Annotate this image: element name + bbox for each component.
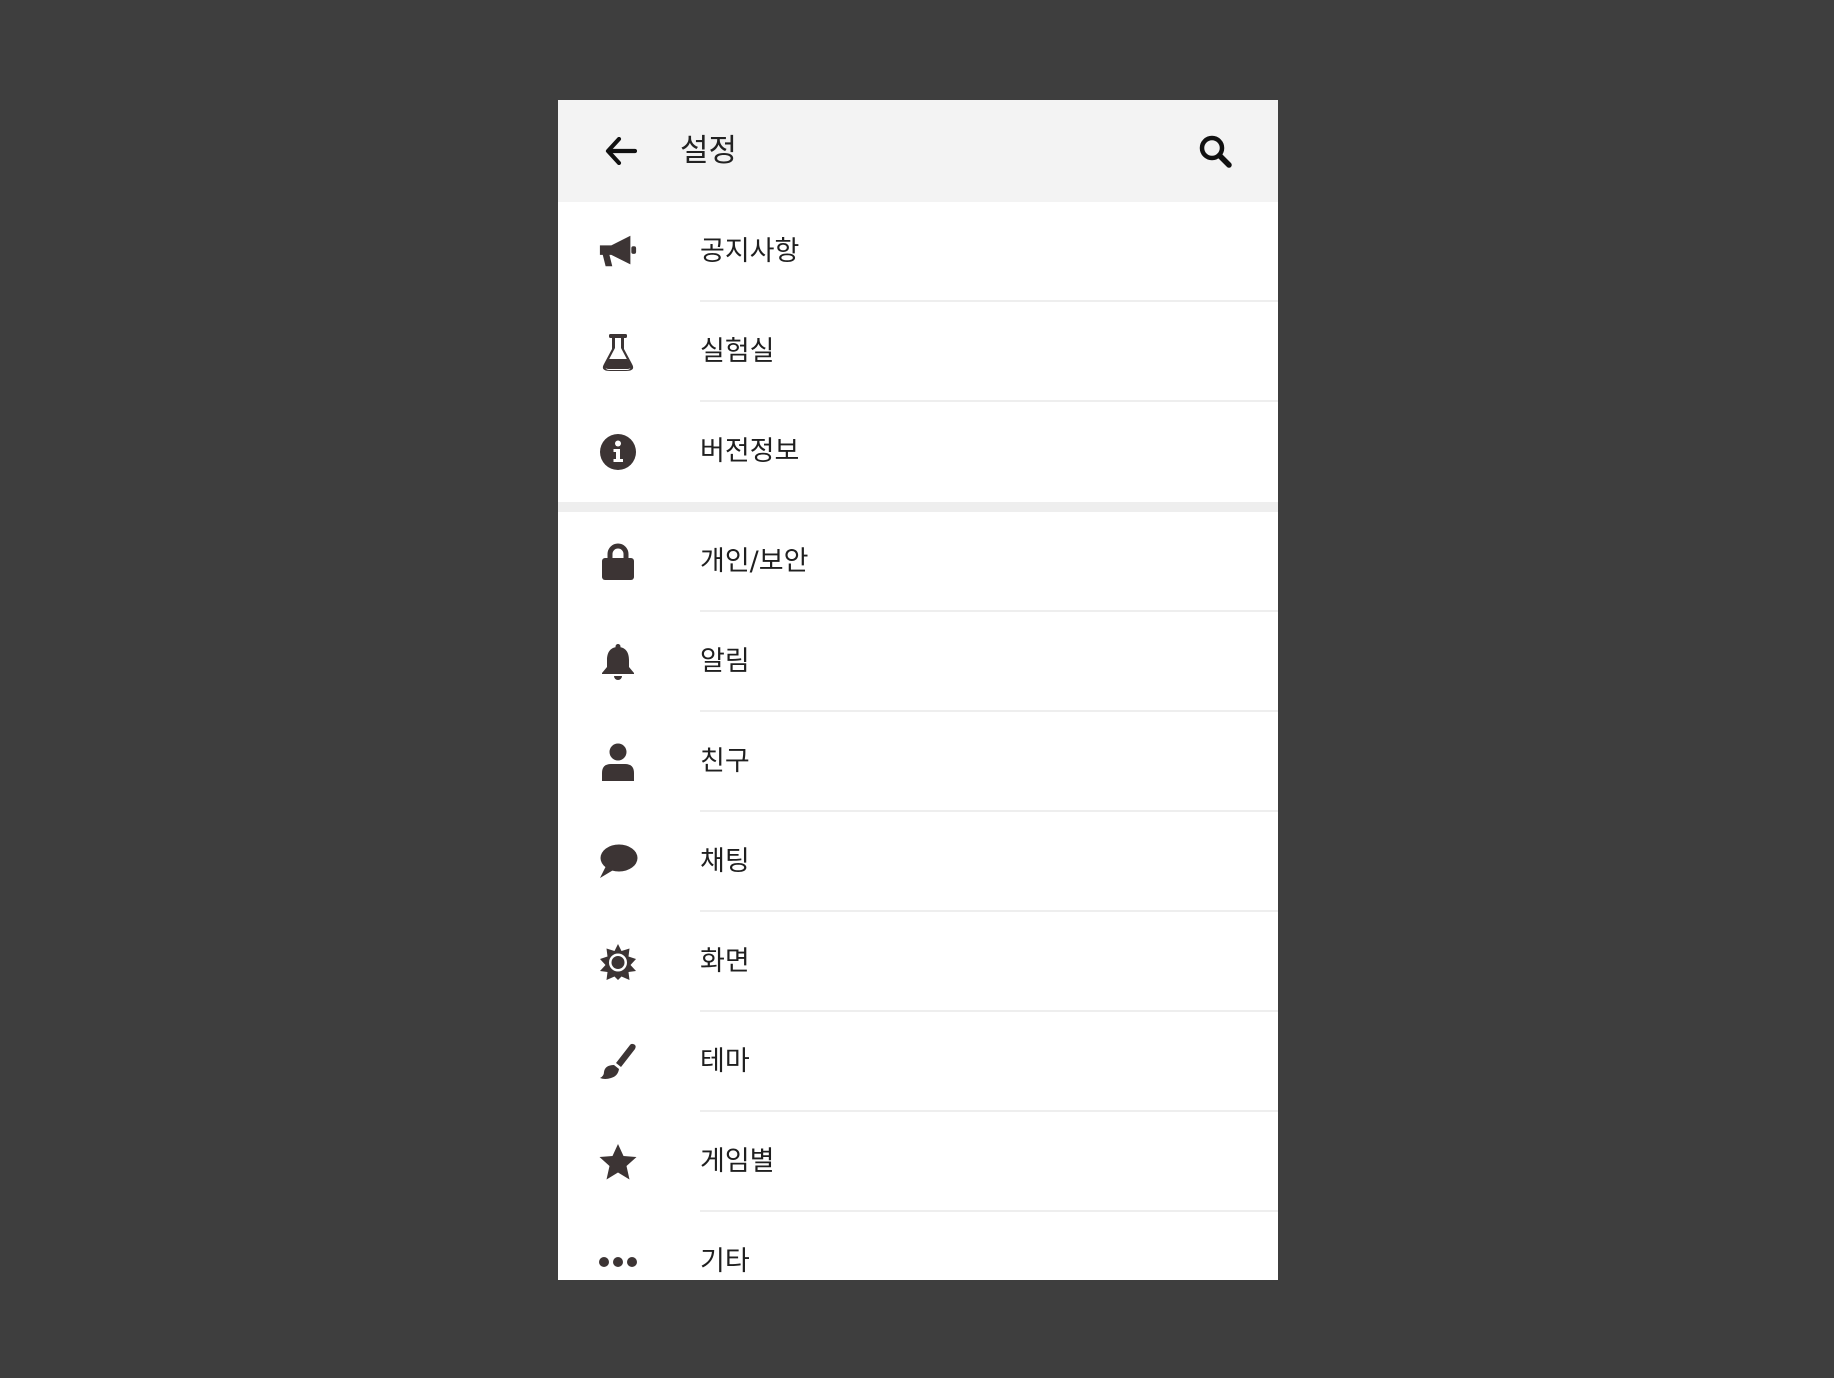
info-icon	[600, 434, 636, 470]
flask-icon	[602, 334, 634, 371]
settings-item-notice[interactable]: 공지사항	[558, 202, 1278, 302]
settings-screen: 설정 공지사항 실험실 버전정보 개인/보안 알림 친구 채팅 화면 테마 게임…	[558, 100, 1278, 1280]
settings-item-label: 버전정보	[700, 436, 800, 467]
settings-item-chat[interactable]: 채팅	[558, 812, 1278, 912]
settings-item-label: 게임별	[700, 1146, 775, 1177]
settings-item-lab[interactable]: 실험실	[558, 302, 1278, 402]
settings-item-version[interactable]: 버전정보	[558, 402, 1278, 502]
app-bar: 설정	[558, 100, 1278, 202]
person-icon	[602, 743, 634, 781]
settings-item-label: 화면	[700, 946, 750, 977]
search-icon	[1199, 135, 1232, 168]
settings-item-label: 개인/보안	[700, 546, 809, 577]
settings-item-per-game[interactable]: 게임별	[558, 1112, 1278, 1212]
bell-icon	[602, 644, 634, 680]
settings-item-label: 알림	[700, 646, 750, 677]
sun-icon	[600, 944, 636, 980]
chat-bubble-icon	[600, 844, 638, 878]
settings-item-label: 테마	[700, 1046, 750, 1077]
settings-item-theme[interactable]: 테마	[558, 1012, 1278, 1112]
star-icon	[599, 1144, 637, 1180]
settings-list: 공지사항 실험실 버전정보 개인/보안 알림 친구 채팅 화면 테마 게임별 기…	[558, 202, 1278, 1280]
paintbrush-icon	[600, 1043, 636, 1079]
settings-item-notifications[interactable]: 알림	[558, 612, 1278, 712]
more-dots-icon	[599, 1257, 637, 1267]
back-button[interactable]	[602, 132, 640, 170]
settings-item-label: 기타	[700, 1246, 750, 1277]
settings-item-label: 실험실	[700, 336, 775, 367]
settings-item-label: 친구	[700, 746, 750, 777]
search-button[interactable]	[1196, 132, 1234, 170]
megaphone-icon	[599, 235, 637, 267]
settings-item-privacy-security[interactable]: 개인/보안	[558, 512, 1278, 612]
settings-item-friends[interactable]: 친구	[558, 712, 1278, 812]
settings-item-etc[interactable]: 기타	[558, 1212, 1278, 1280]
page-title: 설정	[680, 133, 738, 169]
settings-item-display[interactable]: 화면	[558, 912, 1278, 1012]
settings-item-label: 채팅	[700, 846, 750, 877]
arrow-left-icon	[605, 137, 637, 165]
lock-icon	[602, 543, 634, 580]
section-separator	[558, 502, 1278, 512]
settings-item-label: 공지사항	[700, 236, 800, 267]
